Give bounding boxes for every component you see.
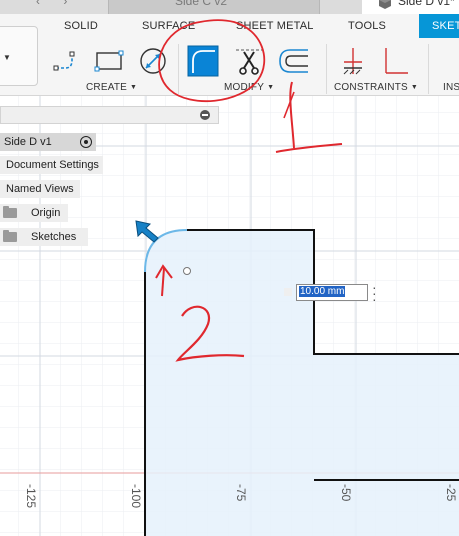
workspace-dropdown[interactable]: ▼: [0, 26, 38, 86]
group-separator: [326, 44, 327, 94]
browser-root-label: Side D v1: [4, 136, 52, 148]
browser-panel-header: [0, 106, 219, 124]
fillet-radius-value: 10.00 mm: [299, 286, 346, 297]
document-tab-label: Side D v1*: [398, 0, 455, 8]
browser-item-sketches[interactable]: Sketches: [0, 228, 88, 246]
component-cube-icon: [379, 0, 391, 9]
folder-icon: [3, 206, 17, 218]
browser-item-document-settings[interactable]: Document Settings: [0, 156, 103, 174]
insert-group-label: INSERT: [443, 82, 459, 93]
insert-group-menu[interactable]: INSERT: [443, 82, 459, 93]
rectangle-tool-button[interactable]: [92, 44, 126, 78]
axis-tick-label: -75: [234, 484, 248, 502]
trim-tool-button[interactable]: [232, 44, 266, 78]
document-tab-side-d[interactable]: Side D v1*: [362, 0, 459, 14]
modify-group-label: MODIFY: [224, 82, 265, 93]
input-handle: [284, 288, 292, 296]
coincident-constraint-icon: [343, 48, 362, 75]
browser-item-label: Sketches: [31, 231, 77, 243]
browser-root-node[interactable]: Side D v1: [0, 133, 96, 151]
axis-tick-label: -25: [444, 484, 458, 502]
constraints-group-label: CONSTRAINTS: [334, 82, 408, 93]
axis-tick-label: -50: [339, 484, 353, 502]
browser-item-named-views[interactable]: Named Views: [0, 180, 80, 198]
nav-arrows-icon[interactable]: ‹ ›: [36, 0, 77, 8]
browser-item-label: Origin: [31, 207, 61, 219]
group-separator: [428, 44, 429, 94]
fillet-radius-input[interactable]: 10.00 mm: [296, 284, 368, 301]
offset-tool-button[interactable]: [276, 44, 310, 78]
tab-surface[interactable]: SURFACE: [142, 20, 195, 32]
circle-icon: [140, 48, 166, 74]
fillet-tool-button[interactable]: [186, 44, 220, 78]
circle-tool-button[interactable]: [136, 44, 170, 78]
fillet-icon: [187, 45, 219, 77]
tab-tools[interactable]: TOOLS: [348, 20, 386, 32]
caret-down-icon: ▼: [410, 84, 419, 91]
document-tab-label: Side C v2: [175, 0, 228, 8]
document-tab-strip: ‹ › Side C v2 Side D v1*: [0, 0, 459, 14]
axis-tick-label: -100: [129, 484, 143, 509]
constraints-group-menu[interactable]: CONSTRAINTS ▼: [334, 82, 418, 93]
document-tab-side-c[interactable]: Side C v2: [108, 0, 320, 14]
chevron-down-icon: ▼: [3, 53, 11, 62]
perpendicular-constraint-button[interactable]: [378, 44, 412, 78]
axis-tick-label: -125: [24, 484, 38, 509]
tab-sketch[interactable]: SKETCH: [419, 14, 459, 38]
browser-item-label: Document Settings: [6, 159, 99, 171]
caret-down-icon: ▼: [130, 84, 138, 91]
rectangle-icon: [94, 50, 124, 72]
create-group-label: CREATE: [86, 82, 128, 93]
offset-icon: [279, 49, 308, 73]
folder-icon: [3, 230, 17, 242]
perpendicular-constraint-icon: [385, 48, 408, 74]
browser-item-origin[interactable]: Origin: [0, 204, 68, 222]
scissors-icon: [236, 49, 262, 75]
tab-solid[interactable]: SOLID: [64, 20, 98, 32]
coincident-constraint-button[interactable]: [336, 44, 370, 78]
polyline-icon: [53, 51, 75, 71]
activate-component-icon[interactable]: [80, 136, 92, 148]
collapse-panel-icon[interactable]: [200, 110, 210, 120]
more-options-icon[interactable]: · · ·: [372, 280, 380, 306]
browser-item-label: Named Views: [6, 183, 74, 195]
ribbon-toolbar: SOLID SURFACE SHEET METAL TOOLS SKETCH ▼: [0, 14, 459, 96]
fillet-radius-input-widget: 10.00 mm · · ·: [284, 280, 384, 306]
tab-sheet-metal[interactable]: SHEET METAL: [236, 20, 314, 32]
caret-down-icon: ▼: [267, 84, 275, 91]
group-separator: [178, 44, 179, 94]
create-group-menu[interactable]: CREATE ▼: [86, 82, 137, 93]
modify-group-menu[interactable]: MODIFY ▼: [224, 82, 274, 93]
polyline-tool-button[interactable]: [50, 44, 84, 78]
